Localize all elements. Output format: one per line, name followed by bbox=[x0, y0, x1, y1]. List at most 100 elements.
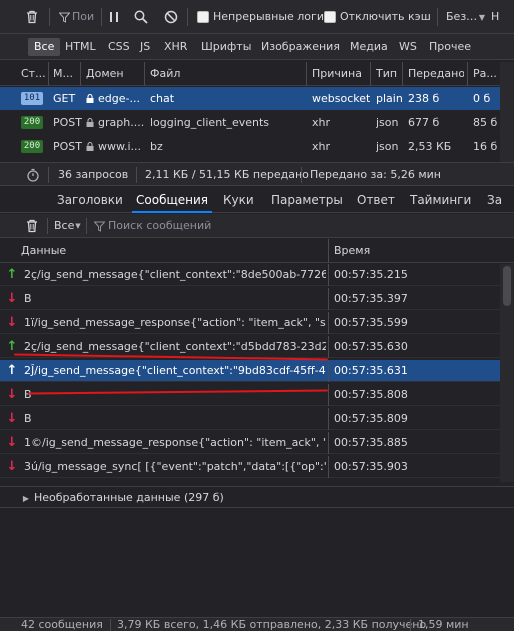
request-transferred: 677 б bbox=[408, 116, 440, 129]
message-type-select[interactable]: Все bbox=[54, 214, 74, 238]
network-summary: 36 запросов 2,11 КБ / 51,15 КБ передано … bbox=[0, 162, 514, 186]
arrow-up-icon: ↑ bbox=[6, 339, 18, 354]
request-cause: xhr bbox=[312, 140, 331, 153]
message-row[interactable]: ↓ 1©/ig_send_message_response{"action": "… bbox=[0, 432, 514, 454]
request-row[interactable]: 200 POST www.i... bz xhr json 2,53 КБ 16… bbox=[0, 135, 514, 158]
request-size: 85 б bbox=[473, 116, 498, 129]
tab-messages[interactable]: Сообщения bbox=[131, 187, 213, 213]
persist-logs-checkbox[interactable] bbox=[197, 11, 209, 23]
filter-all[interactable]: Все bbox=[28, 38, 61, 56]
message-row[interactable]: ↑ 2ç/ig_send_message{"client_context":"8d… bbox=[0, 264, 514, 286]
disable-cache-label: Отключить кэш bbox=[340, 10, 431, 23]
messages-footer: 42 сообщения 3,79 КБ всего, 1,46 КБ отпр… bbox=[0, 617, 514, 631]
message-row[interactable]: ↓ B 00:57:35.809 bbox=[0, 408, 514, 430]
request-method: GET bbox=[53, 92, 76, 105]
messages-table-header: Данные Время bbox=[0, 239, 514, 263]
col-status[interactable]: Ст... bbox=[21, 62, 47, 86]
tab-headers[interactable]: Заголовки bbox=[57, 187, 123, 213]
pause-icon[interactable] bbox=[108, 10, 120, 24]
request-transferred: 238 б bbox=[408, 92, 440, 105]
col-data[interactable]: Данные bbox=[21, 239, 321, 263]
col-type[interactable]: Тип bbox=[376, 62, 402, 86]
col-file[interactable]: Файл bbox=[150, 62, 300, 86]
filter-fonts[interactable]: Шрифты bbox=[195, 38, 257, 56]
message-time: 00:57:35.630 bbox=[334, 340, 408, 353]
stopwatch-icon[interactable] bbox=[25, 167, 41, 183]
col-method[interactable]: М... bbox=[53, 62, 77, 86]
message-data: B bbox=[24, 384, 326, 406]
request-file: logging_client_events bbox=[150, 116, 270, 129]
status-badge: 200 bbox=[21, 116, 43, 129]
message-row[interactable]: ↑ 2Ĵ/ig_send_message{"client_context":"9b… bbox=[0, 360, 514, 382]
lock-icon bbox=[86, 142, 94, 151]
message-time: 00:57:35.599 bbox=[334, 316, 408, 329]
message-row[interactable]: ↓ 3ú/ig_message_sync[ [{"event":"patch","… bbox=[0, 456, 514, 478]
request-file: bz bbox=[150, 140, 163, 153]
trash-icon[interactable] bbox=[24, 218, 40, 234]
message-time: 00:57:35.903 bbox=[334, 460, 408, 473]
message-data: 2Ĵ/ig_send_message{"client_context":"9bd… bbox=[24, 364, 326, 377]
tab-cookies[interactable]: Куки bbox=[223, 187, 254, 213]
message-row[interactable]: ↓ B 00:57:35.808 bbox=[0, 384, 514, 406]
request-type: plain bbox=[376, 92, 403, 105]
request-size: 0 б bbox=[473, 92, 491, 105]
message-time: 00:57:35.885 bbox=[334, 436, 408, 449]
col-time[interactable]: Время bbox=[334, 239, 494, 263]
search-icon[interactable] bbox=[133, 9, 149, 25]
requests-table-header: Ст... М... Домен Файл Причина Тип Переда… bbox=[0, 62, 514, 86]
arrow-down-icon: ↓ bbox=[6, 459, 18, 474]
filter-xhr[interactable]: XHR bbox=[158, 38, 193, 56]
messages-total: 3,79 КБ всего, 1,46 КБ отправлено, 2,33 … bbox=[117, 618, 427, 631]
col-size[interactable]: Ра... bbox=[473, 62, 501, 86]
tab-timings[interactable]: Тайминги bbox=[410, 187, 471, 213]
details-tabs: Заголовки Сообщения Куки Параметры Ответ… bbox=[0, 187, 514, 213]
filter-ws[interactable]: WS bbox=[393, 38, 423, 56]
messages-list: ↑ 2ç/ig_send_message{"client_context":"8d… bbox=[0, 264, 514, 480]
requests-scrollbar[interactable] bbox=[500, 62, 514, 162]
status-badge: 200 bbox=[21, 140, 43, 153]
filter-other[interactable]: Прочее bbox=[423, 38, 477, 56]
request-type: json bbox=[376, 140, 399, 153]
chevron-down-icon: ▼ bbox=[75, 222, 81, 230]
request-cause: websocket bbox=[312, 92, 370, 105]
message-row[interactable]: ↓ 1ï/ig_send_message_response{"action": "… bbox=[0, 312, 514, 334]
trash-icon[interactable] bbox=[24, 9, 40, 25]
throttle-suffix: Н bbox=[491, 10, 500, 23]
url-filter-input[interactable]: Пои bbox=[72, 10, 94, 23]
scrollbar-thumb[interactable] bbox=[503, 266, 511, 306]
disable-cache-checkbox[interactable] bbox=[324, 11, 336, 23]
filter-js[interactable]: JS bbox=[134, 38, 156, 56]
filter-images[interactable]: Изображения bbox=[255, 38, 346, 56]
request-cause: xhr bbox=[312, 116, 331, 129]
arrow-down-icon: ↓ bbox=[6, 411, 18, 426]
request-row[interactable]: 200 POST graph.... logging_client_events… bbox=[0, 111, 514, 134]
message-row[interactable]: ↓ B 00:57:35.397 bbox=[0, 288, 514, 310]
tab-response[interactable]: Ответ bbox=[357, 187, 395, 213]
request-file: chat bbox=[150, 92, 175, 105]
network-toolbar: Пои Непрерывные логи Отключить кэш Без… … bbox=[0, 0, 514, 34]
filter-html[interactable]: HTML bbox=[59, 38, 102, 56]
message-time: 00:57:35.215 bbox=[334, 268, 408, 281]
col-transferred[interactable]: Передано bbox=[408, 62, 464, 86]
tab-params[interactable]: Параметры bbox=[271, 187, 343, 213]
filter-media[interactable]: Медиа bbox=[344, 38, 394, 56]
raw-data-label: Необработанные данные (297 б) bbox=[34, 491, 224, 504]
lock-icon bbox=[86, 118, 94, 127]
message-search-input[interactable]: Поиск сообщений bbox=[108, 214, 211, 238]
message-data: 3ú/ig_message_sync[ [{"event":"patch","d… bbox=[24, 460, 326, 473]
request-size: 16 б bbox=[473, 140, 498, 153]
tab-more[interactable]: За bbox=[487, 187, 502, 213]
col-domain[interactable]: Домен bbox=[86, 62, 141, 86]
message-time: 00:57:35.809 bbox=[334, 412, 408, 425]
block-icon[interactable] bbox=[163, 9, 179, 25]
filter-icon bbox=[58, 10, 70, 24]
messages-scrollbar[interactable] bbox=[500, 264, 514, 482]
request-row[interactable]: 101 GET edge-... chat websocket plain 23… bbox=[0, 87, 514, 110]
request-domain-text: www.i... bbox=[98, 140, 142, 153]
throttling-select[interactable]: Без… bbox=[446, 10, 477, 23]
request-type-filters: Все HTML CSS JS XHR Шрифты Изображения М… bbox=[0, 34, 514, 60]
col-cause[interactable]: Причина bbox=[312, 62, 368, 86]
request-domain-text: edge-... bbox=[98, 92, 140, 105]
filter-css[interactable]: CSS bbox=[102, 38, 136, 56]
raw-data-section[interactable]: ▶ Необработанные данные (297 б) bbox=[0, 486, 514, 508]
